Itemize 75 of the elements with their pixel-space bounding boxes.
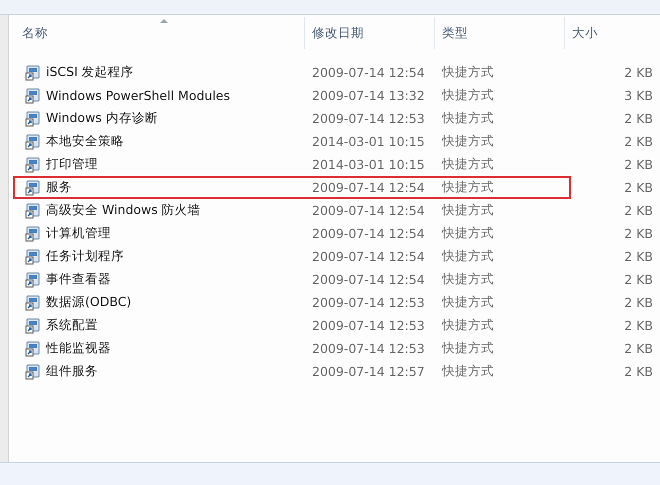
date-modified: 2009-07-14 12:53 <box>312 295 425 310</box>
file-size: 2 KB <box>624 203 653 218</box>
file-type: 快捷方式 <box>442 179 494 196</box>
date-modified: 2014-03-01 10:15 <box>312 157 425 172</box>
date-modified: 2009-07-14 12:54 <box>312 272 425 287</box>
shortcut-icon <box>25 340 41 356</box>
date-modified: 2014-03-01 10:15 <box>312 134 425 149</box>
file-name[interactable]: 本地安全策略 <box>46 133 124 150</box>
file-name[interactable]: 组件服务 <box>46 363 98 380</box>
file-size: 3 KB <box>624 88 653 103</box>
file-size: 2 KB <box>624 272 653 287</box>
file-type: 快捷方式 <box>442 225 494 242</box>
date-modified: 2009-07-14 12:54 <box>312 65 425 80</box>
date-modified: 2009-07-14 12:54 <box>312 226 425 241</box>
column-header[interactable]: 类型 <box>435 17 565 49</box>
file-type: 快捷方式 <box>442 271 494 288</box>
shortcut-icon <box>25 156 41 172</box>
shortcut-icon <box>25 64 41 80</box>
shortcut-icon <box>25 318 41 334</box>
file-size: 2 KB <box>624 157 653 172</box>
file-name[interactable]: 事件查看器 <box>46 271 111 288</box>
file-size: 2 KB <box>624 249 653 264</box>
sort-arrow-icon <box>160 19 168 23</box>
date-modified: 2009-07-14 12:53 <box>312 341 425 356</box>
file-type: 快捷方式 <box>442 133 494 150</box>
date-modified: 2009-07-14 12:57 <box>312 364 425 379</box>
shortcut-icon <box>25 248 41 264</box>
column-header[interactable]: 修改日期 <box>305 17 435 49</box>
shortcut-icon <box>25 88 41 104</box>
file-type: 快捷方式 <box>442 363 494 380</box>
file-size: 2 KB <box>624 318 653 333</box>
file-name[interactable]: Windows 内存诊断 <box>46 110 158 127</box>
file-size: 2 KB <box>624 180 653 195</box>
file-type: 快捷方式 <box>442 340 494 357</box>
file-size: 2 KB <box>624 295 653 310</box>
date-modified: 2009-07-14 13:32 <box>312 88 425 103</box>
shortcut-icon <box>25 110 41 126</box>
shortcut-icon <box>25 226 41 242</box>
file-name[interactable]: 任务计划程序 <box>46 248 124 265</box>
date-modified: 2009-07-14 12:53 <box>312 111 425 126</box>
shortcut-icon <box>25 272 41 288</box>
column-header[interactable]: 名称 <box>15 17 305 49</box>
file-type: 快捷方式 <box>442 317 494 334</box>
file-name[interactable]: 性能监视器 <box>46 340 111 357</box>
shortcut-icon <box>25 180 41 196</box>
shortcut-icon <box>25 134 41 150</box>
file-size: 2 KB <box>624 364 653 379</box>
file-type: 快捷方式 <box>442 202 494 219</box>
file-name[interactable]: 系统配置 <box>46 317 98 334</box>
file-type: 快捷方式 <box>442 64 494 81</box>
file-size: 2 KB <box>624 65 653 80</box>
shortcut-icon <box>25 294 41 310</box>
file-type: 快捷方式 <box>442 156 494 173</box>
file-type: 快捷方式 <box>442 294 494 311</box>
file-type: 快捷方式 <box>442 87 494 104</box>
file-size: 2 KB <box>624 226 653 241</box>
file-size: 2 KB <box>624 341 653 356</box>
file-name[interactable]: Windows PowerShell Modules <box>46 88 230 103</box>
file-name[interactable]: 计算机管理 <box>46 225 111 242</box>
file-name[interactable]: 数据源(ODBC) <box>46 294 132 311</box>
date-modified: 2009-07-14 12:54 <box>312 203 425 218</box>
column-header[interactable]: 大小 <box>565 17 647 49</box>
date-modified: 2009-07-14 12:54 <box>312 249 425 264</box>
file-name[interactable]: 高级安全 Windows 防火墙 <box>46 202 201 219</box>
file-size: 2 KB <box>624 134 653 149</box>
date-modified: 2009-07-14 12:54 <box>312 180 425 195</box>
date-modified: 2009-07-14 12:53 <box>312 318 425 333</box>
file-name[interactable]: 打印管理 <box>46 156 98 173</box>
file-size: 2 KB <box>624 111 653 126</box>
file-name[interactable]: 服务 <box>46 179 72 196</box>
file-type: 快捷方式 <box>442 248 494 265</box>
file-type: 快捷方式 <box>442 110 494 127</box>
shortcut-icon <box>25 202 41 218</box>
shortcut-icon <box>25 364 41 380</box>
file-name[interactable]: iSCSI 发起程序 <box>46 64 134 81</box>
